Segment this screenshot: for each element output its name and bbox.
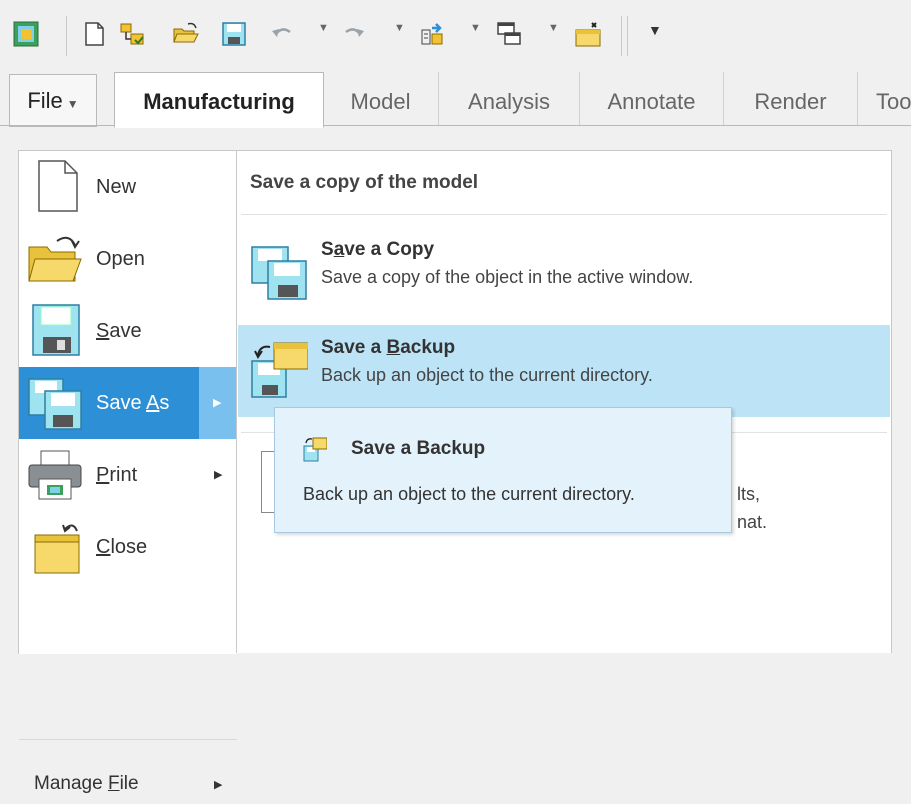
quick-access-toolbar: ▼ ▼ ▼ ▼ ▼ (0, 0, 911, 72)
printer-icon (27, 445, 83, 503)
new-icon (27, 157, 83, 215)
option-save-a-copy[interactable]: Save a Copy Save a copy of the object in… (238, 227, 890, 319)
chevron-right-icon: ▶ (213, 397, 222, 409)
menu-item-manage-file[interactable]: Manage File ▶ (19, 741, 237, 804)
window-edge (892, 150, 911, 653)
menu-item-label: Open (96, 248, 145, 270)
save-as-icon (27, 373, 83, 431)
ribbon-tabs: File ▼ Manufacturing Model Analysis Annot… (0, 72, 911, 128)
chevron-right-icon: ▶ (214, 779, 223, 791)
customize-toolbar-icon[interactable]: ▼ (648, 22, 662, 38)
menu-item-print[interactable]: Print ▶ (19, 439, 237, 511)
option-description: Save a copy of the object in the active … (321, 267, 694, 287)
tab-model[interactable]: Model (323, 72, 439, 125)
toolbar-separator (627, 16, 628, 56)
option-save-a-backup[interactable]: Save a Backup Back up an object to the c… (238, 325, 890, 417)
tab-tools[interactable]: Too (858, 72, 911, 125)
save-as-panel: Save a copy of the model Save a Copy Sav… (236, 150, 892, 653)
new-session-icon[interactable] (118, 20, 146, 48)
open-folder-icon (27, 229, 83, 287)
tooltip-description: Back up an object to the current directo… (303, 484, 635, 504)
save-backup-icon (250, 339, 308, 399)
chevron-down-icon: ▼ (66, 97, 79, 111)
menu-item-open[interactable]: Open (19, 223, 237, 295)
regenerate-dropdown-icon[interactable]: ▼ (470, 22, 481, 34)
new-icon[interactable] (80, 20, 108, 48)
option-title: Save a Backup (321, 337, 456, 358)
save-copy-icon (250, 241, 308, 301)
redo-icon[interactable] (340, 20, 368, 48)
app-icon[interactable] (12, 20, 40, 48)
floppy-disk-icon (27, 301, 83, 359)
redo-dropdown-icon[interactable]: ▼ (394, 22, 405, 34)
partially-hidden-text: nat. (737, 512, 768, 532)
option-title: Save a Copy (321, 239, 435, 260)
file-tab[interactable]: File ▼ (9, 74, 97, 127)
panel-divider (241, 214, 887, 215)
tooltip-title: Save a Backup (351, 438, 486, 459)
menu-item-label: Manage File (34, 773, 139, 794)
menu-item-save[interactable]: Save (19, 295, 237, 367)
close-folder-icon (27, 517, 83, 575)
windows-icon[interactable] (495, 20, 523, 48)
file-tab-label: File (27, 88, 63, 113)
save-icon[interactable] (220, 20, 248, 48)
windows-dropdown-icon[interactable]: ▼ (548, 22, 559, 34)
menu-item-close[interactable]: Close (19, 511, 237, 583)
open-icon[interactable] (172, 20, 200, 48)
file-menu: New Open Save Save As ▶ Print ▶ Close Ma… (18, 150, 237, 794)
menu-item-label: Close (96, 536, 148, 558)
menu-item-label: Save (96, 320, 142, 342)
menu-item-label: Print (96, 464, 138, 486)
panel-title: Save a copy of the model (250, 172, 479, 193)
toolbar-separator (66, 16, 67, 56)
tab-manufacturing[interactable]: Manufacturing (114, 72, 324, 128)
tab-annotate[interactable]: Annotate (580, 72, 724, 125)
regenerate-icon[interactable] (418, 20, 446, 48)
tab-analysis[interactable]: Analysis (439, 72, 580, 125)
close-window-icon[interactable] (574, 20, 602, 48)
tooltip: Save a Backup Back up an object to the c… (274, 407, 732, 533)
partially-hidden-text: lts, (737, 484, 761, 504)
save-backup-icon (303, 436, 327, 462)
menu-divider (19, 739, 237, 740)
undo-icon[interactable] (268, 20, 296, 48)
option-description: Back up an object to the current directo… (321, 365, 653, 385)
menu-item-save-as[interactable]: Save As ▶ (19, 367, 237, 439)
toolbar-separator (621, 16, 622, 56)
chevron-right-icon: ▶ (214, 469, 223, 481)
menu-item-label: New (96, 176, 137, 198)
menu-item-new[interactable]: New (19, 151, 237, 223)
undo-dropdown-icon[interactable]: ▼ (318, 22, 329, 34)
tab-render[interactable]: Render (724, 72, 858, 125)
menu-item-label: Save As (96, 392, 170, 414)
